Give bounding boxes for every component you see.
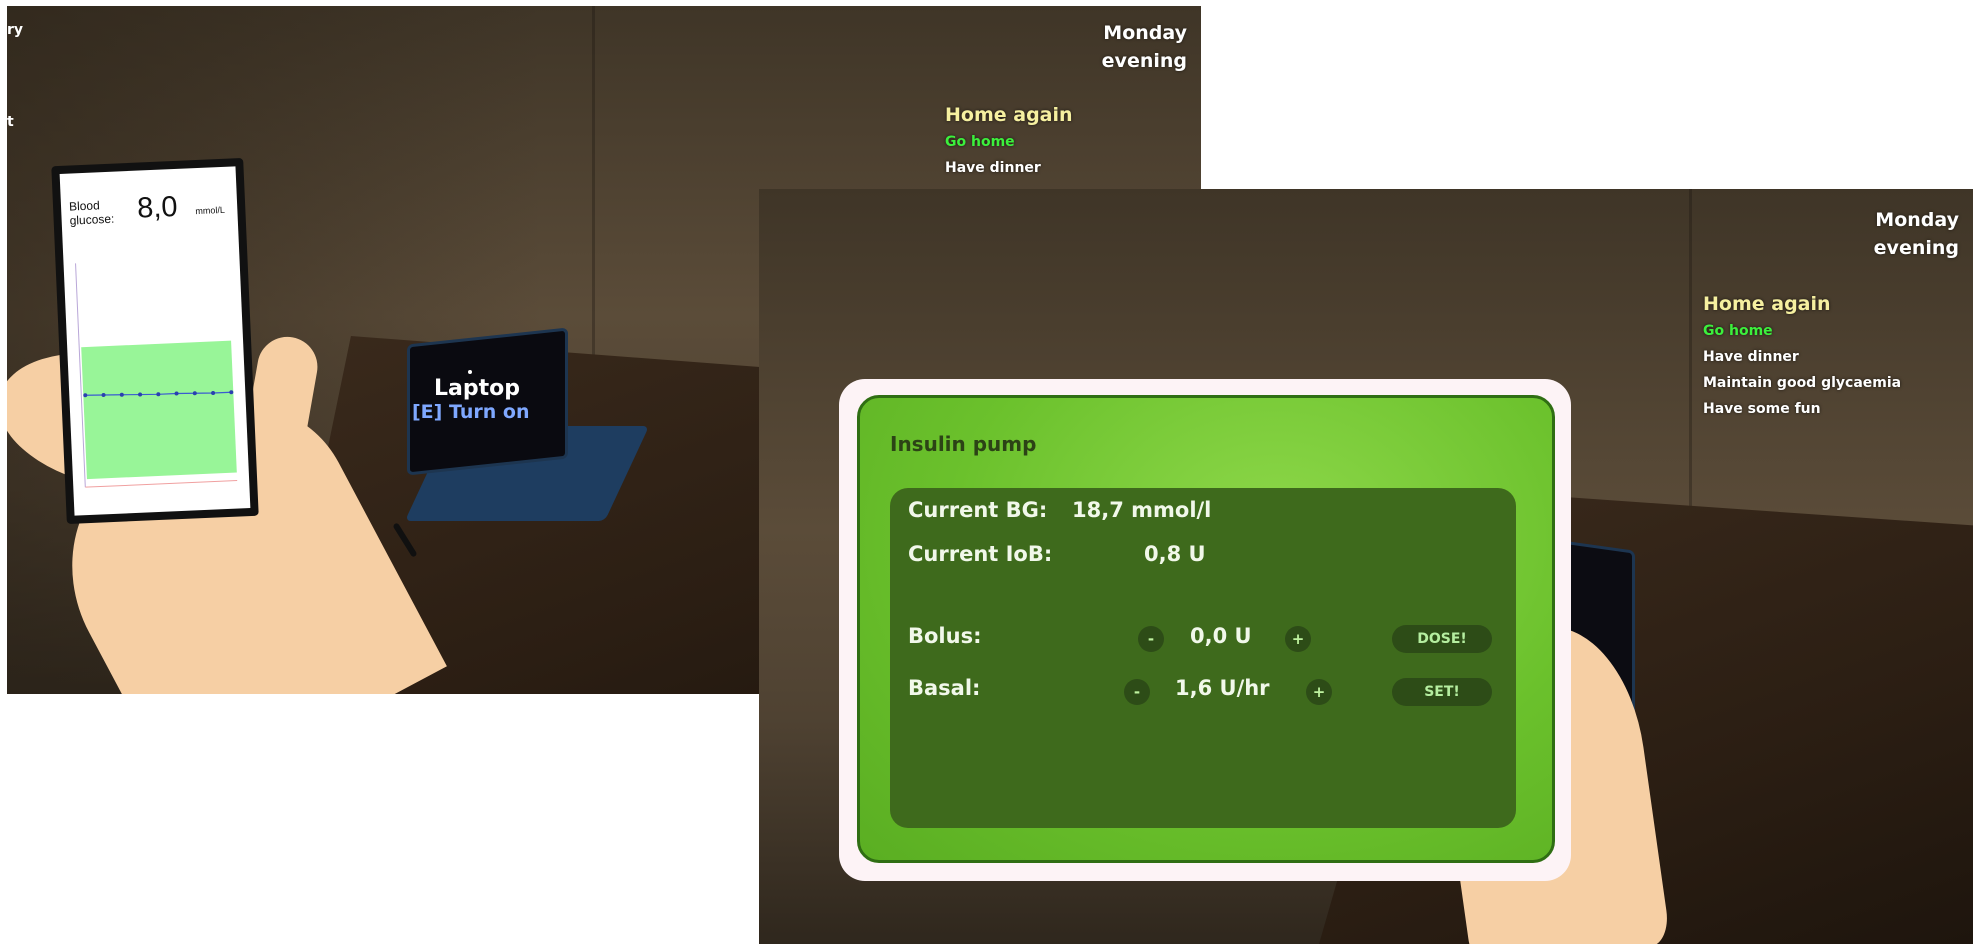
quest-title: Home again [1703, 293, 1831, 315]
phone-screen: Blood glucose: 8,0 mmol/L [59, 166, 251, 516]
glucose-value: 8,0 [136, 190, 179, 225]
prompt-key: [E] [412, 401, 443, 423]
quest-item: Have some fun [1703, 401, 1821, 417]
quest-item: Maintain good glycaemia [1703, 375, 1902, 391]
time-of-day-label: evening [1101, 49, 1187, 72]
partial-hud-text-2: t [7, 114, 14, 130]
prompt-object: Laptop [434, 376, 520, 401]
current-iob-value: 0,8 U [1144, 542, 1206, 566]
day-time-display: Monday evening [1874, 207, 1959, 262]
quest-item: Have dinner [945, 160, 1041, 176]
basal-increase-button[interactable]: + [1306, 679, 1332, 705]
basal-value: 1,6 U/hr [1175, 676, 1270, 700]
crosshair [468, 370, 472, 374]
right-game-screenshot: Monday evening Home again Go home Have d… [759, 189, 1973, 944]
current-bg-label: Current BG: [908, 498, 1048, 522]
prompt-action: [E] Turn on [412, 401, 529, 423]
basal-decrease-button[interactable]: - [1124, 679, 1150, 705]
target-range-band [81, 340, 237, 480]
glucose-chart [75, 263, 238, 488]
current-bg-value: 18,7 mmol/l [1072, 498, 1212, 522]
bolus-decrease-button[interactable]: - [1138, 626, 1164, 652]
bolus-label: Bolus: [908, 624, 982, 648]
quest-title: Home again [945, 104, 1073, 126]
glucose-label: Blood glucose: [68, 198, 115, 228]
quest-item: Have dinner [1703, 349, 1799, 365]
insulin-pump-screen: Insulin pump Current BG: 18,7 mmol/l Cur… [857, 395, 1555, 863]
dose-button[interactable]: DOSE! [1392, 625, 1492, 653]
insulin-pump-device: Insulin pump Current BG: 18,7 mmol/l Cur… [839, 379, 1571, 881]
current-iob-label: Current IoB: [908, 542, 1053, 566]
glucose-unit: mmol/L [195, 204, 226, 217]
quest-item-completed: Go home [1703, 323, 1773, 339]
quest-item-completed: Go home [945, 134, 1015, 150]
chart-x-axis [85, 480, 238, 488]
bolus-increase-button[interactable]: + [1285, 626, 1311, 652]
day-label: Monday [1103, 22, 1187, 44]
insulin-pump-title: Insulin pump [890, 432, 1037, 456]
time-of-day-label: evening [1873, 236, 1959, 259]
phone: Blood glucose: 8,0 mmol/L [51, 157, 259, 525]
basal-label: Basal: [908, 676, 981, 700]
quest-list: Home again Go home Have dinner Maintain … [1703, 293, 1901, 417]
interaction-prompt: Laptop [E] Turn on [412, 370, 529, 423]
partial-hud-text: ry [7, 22, 24, 38]
prompt-action-label: Turn on [448, 401, 530, 423]
bolus-value: 0,0 U [1190, 624, 1252, 648]
day-time-display: Monday evening [1102, 20, 1187, 75]
quest-list: Home again Go home Have dinner [945, 104, 1073, 176]
set-button[interactable]: SET! [1392, 678, 1492, 706]
insulin-pump-panel: Current BG: 18,7 mmol/l Current IoB: 0,8… [890, 488, 1516, 828]
day-label: Monday [1875, 209, 1959, 231]
